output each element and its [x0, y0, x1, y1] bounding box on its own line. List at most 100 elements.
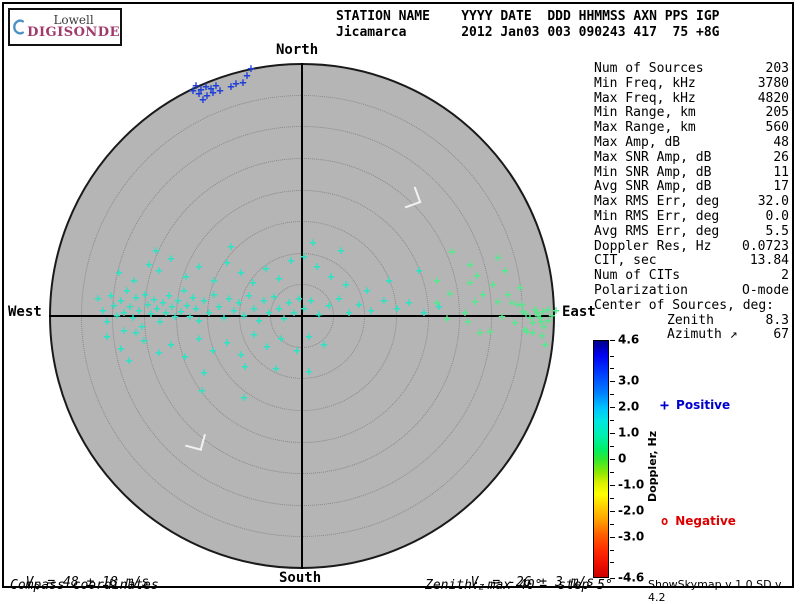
stat-label: Polarization	[594, 284, 688, 299]
compass-label-east: East	[562, 304, 596, 320]
source-point: +	[117, 343, 124, 355]
compass-label-north: North	[276, 42, 318, 58]
station-header: STATION NAME YYYY DATE DDD HHMMSS AXN PP…	[336, 9, 720, 41]
source-point: +	[415, 265, 422, 277]
stat-value: 67	[773, 328, 789, 343]
legend-positive-label: Positive	[676, 398, 730, 412]
source-point: +	[223, 257, 230, 269]
source-point: +	[300, 251, 307, 263]
source-point: +	[325, 300, 332, 312]
source-point: +	[433, 297, 440, 309]
source-point: +	[241, 361, 248, 373]
source-point: +	[167, 253, 174, 265]
stat-row: Min Freq, kHz3780	[594, 77, 789, 92]
source-point: +	[272, 363, 279, 375]
source-point: +	[135, 305, 142, 317]
source-point: +	[237, 267, 244, 279]
source-point: +	[198, 385, 205, 397]
source-point: +	[152, 245, 159, 257]
source-point: +	[195, 261, 202, 273]
source-point: +	[320, 339, 327, 351]
source-point: +	[552, 305, 559, 317]
stat-label: Max SNR Amp, dB	[594, 151, 711, 166]
stat-label: Num of Sources	[594, 62, 704, 77]
source-point: +	[393, 303, 400, 315]
source-point: +	[255, 315, 262, 327]
logo-digisonde-text: DIGISONDE	[27, 26, 120, 40]
stat-value: 11	[773, 166, 789, 181]
stat-label: Doppler Res, Hz	[594, 240, 711, 255]
source-point: +	[181, 351, 188, 363]
colorbar-major-tick	[610, 340, 615, 341]
stat-row: Min SNR Amp, dB 11	[594, 166, 789, 181]
stat-value: 32.0	[758, 195, 789, 210]
source-point: +	[287, 255, 294, 267]
source-point: +	[290, 307, 297, 319]
source-point: +	[195, 315, 202, 327]
stat-value: 3780	[758, 77, 789, 92]
source-point: +	[155, 265, 162, 277]
source-point: +	[446, 288, 453, 300]
compass-label-west: West	[8, 304, 42, 320]
stat-label: Center of Sources, deg:	[594, 299, 774, 314]
stat-value: 2	[781, 269, 789, 284]
colorbar-tick-label: 1.0	[618, 425, 639, 439]
source-point: +	[305, 331, 312, 343]
legend-negative: o Negative	[661, 514, 736, 528]
stat-row: CIT, sec13.84	[594, 254, 789, 269]
source-point: +	[220, 312, 227, 324]
source-point: +	[180, 285, 187, 297]
colorbar-minor-tick	[610, 550, 614, 551]
circle-marker-icon: o	[661, 514, 668, 528]
stat-row: Num of CITs 2	[594, 269, 789, 284]
stat-label: Num of CITs	[594, 269, 680, 284]
station-header-values: Jicamarca 2012 Jan03 003 090243 417 75 +…	[336, 25, 720, 41]
source-point: +	[337, 245, 344, 257]
source-point: +	[345, 307, 352, 319]
stat-label: Max Freq, kHz	[594, 92, 696, 107]
source-point: +	[275, 273, 282, 285]
stat-label: Max RMS Err, deg	[594, 195, 719, 210]
stat-row: Max SNR Amp, dB26	[594, 151, 789, 166]
source-point: +	[209, 345, 216, 357]
stat-row: Avg SNR Amp, dB17	[594, 180, 789, 195]
colorbar-major-tick	[610, 459, 615, 460]
source-point: +	[262, 263, 269, 275]
colorbar-major-tick	[610, 381, 615, 382]
source-point: +	[380, 295, 387, 307]
source-point: +	[494, 252, 501, 264]
north-south-axis	[301, 63, 303, 569]
source-point: +	[315, 309, 322, 321]
stat-value: 13.84	[750, 254, 789, 269]
zenith-note: Zenith: max 40° step 5°	[425, 578, 613, 593]
source-point: +	[385, 275, 392, 287]
source-point: +	[335, 293, 342, 305]
colorbar-tick-label: 4.6	[618, 332, 639, 346]
source-point: +	[240, 392, 247, 404]
source-point: +	[155, 347, 162, 359]
stats-panel: Num of Sources203Min Freq, kHz3780Max Fr…	[594, 62, 789, 343]
stat-label: Min SNR Amp, dB	[594, 166, 711, 181]
source-point: +	[466, 259, 473, 271]
lowell-digisonde-logo: Lowell DIGISONDE	[8, 8, 122, 46]
source-point: +	[227, 81, 234, 93]
stat-label: Avg RMS Err, deg	[594, 225, 719, 240]
source-point: +	[200, 367, 207, 379]
source-point: +	[240, 310, 247, 322]
source-point: +	[307, 295, 314, 307]
source-point: +	[489, 279, 496, 291]
source-point: +	[167, 339, 174, 351]
source-point: +	[501, 265, 508, 277]
source-point: +	[277, 333, 284, 345]
colorbar-tick-label: 3.0	[618, 374, 639, 388]
source-point: +	[516, 282, 523, 294]
stat-value: 8.3	[766, 314, 789, 329]
source-point: +	[521, 324, 528, 336]
colorbar-major-tick	[610, 485, 615, 486]
stat-value: 0.0723	[742, 240, 789, 255]
source-point: +	[433, 275, 440, 287]
source-point: +	[486, 326, 493, 338]
stat-value: 5.5	[766, 225, 789, 240]
source-point: +	[498, 311, 505, 323]
source-point: +	[448, 246, 455, 258]
